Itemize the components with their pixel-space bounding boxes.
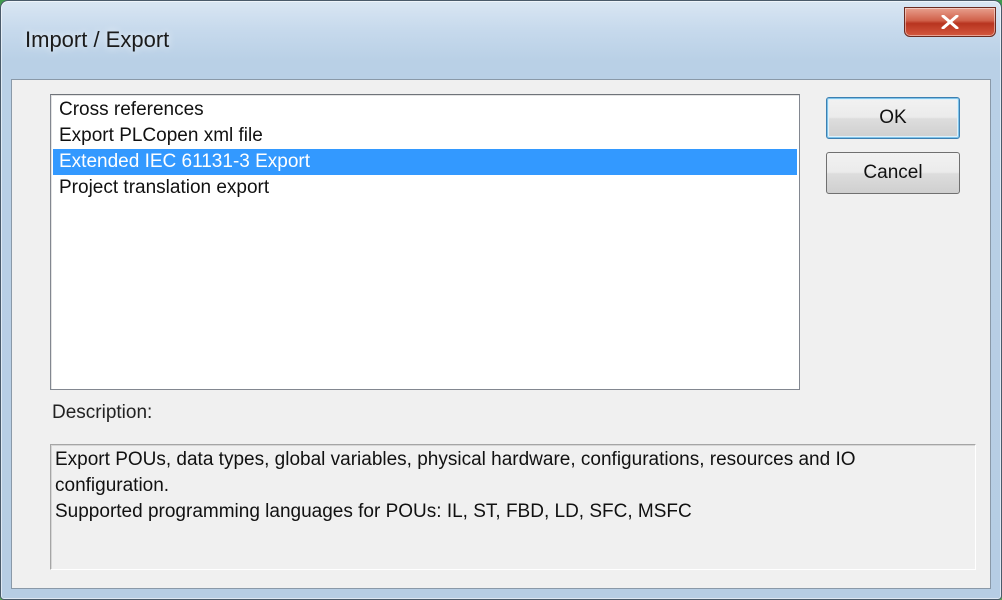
- window-title: Import / Export: [25, 27, 170, 52]
- close-button[interactable]: [904, 7, 996, 37]
- dialog-window: Import / Export Cross references Export …: [0, 0, 1002, 600]
- list-item-export-plcopen-xml[interactable]: Export PLCopen xml file: [53, 123, 797, 149]
- description-line: Supported programming languages for POUs…: [55, 501, 692, 522]
- list-item-project-translation-export[interactable]: Project translation export: [53, 175, 797, 201]
- ok-button[interactable]: OK: [826, 97, 960, 139]
- list-item-extended-iec-export[interactable]: Extended IEC 61131-3 Export: [53, 149, 797, 175]
- description-label: Description:: [52, 402, 153, 423]
- title-bar[interactable]: Import / Export: [1, 1, 1001, 79]
- description-line: Export POUs, data types, global variable…: [55, 449, 856, 470]
- close-x-icon: [941, 15, 959, 29]
- description-text-box: Export POUs, data types, global variable…: [50, 444, 976, 570]
- dialog-client-area: Cross references Export PLCopen xml file…: [11, 79, 991, 589]
- import-export-listbox[interactable]: Cross references Export PLCopen xml file…: [50, 94, 800, 390]
- cancel-button[interactable]: Cancel: [826, 152, 960, 194]
- list-item-cross-references[interactable]: Cross references: [53, 97, 797, 123]
- description-line: configuration.: [55, 475, 170, 496]
